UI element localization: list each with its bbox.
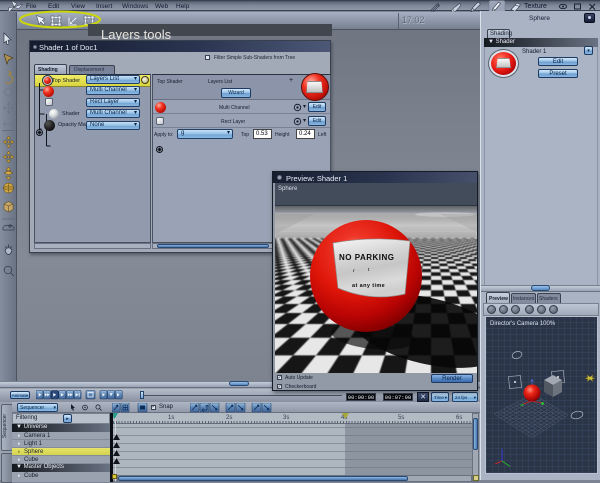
svg-text:NO PARKING: NO PARKING — [339, 253, 395, 262]
svg-text:at any time: at any time — [352, 283, 385, 289]
svg-text:r: r — [353, 268, 355, 273]
